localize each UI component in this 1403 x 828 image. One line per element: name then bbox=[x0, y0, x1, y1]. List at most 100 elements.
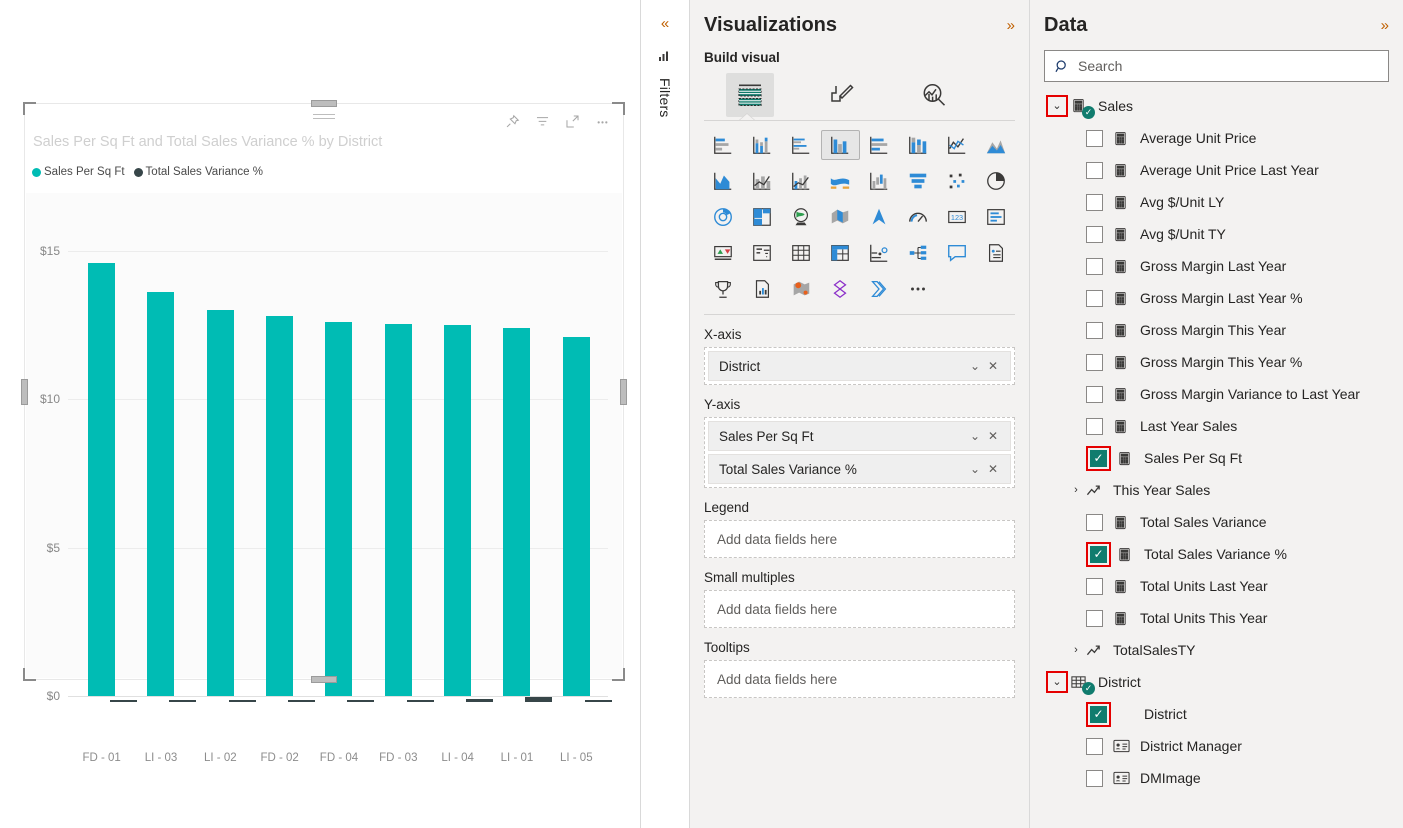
field-chip[interactable]: Sales Per Sq Ft ⌄ ✕ bbox=[708, 421, 1011, 451]
scatter-chart-icon[interactable] bbox=[937, 166, 976, 196]
donut-chart-icon[interactable] bbox=[704, 202, 743, 232]
gauge-icon[interactable] bbox=[898, 202, 937, 232]
powerapps-icon[interactable] bbox=[821, 274, 860, 304]
power-automate-icon[interactable] bbox=[860, 274, 899, 304]
remove-field-icon[interactable]: ✕ bbox=[984, 462, 1002, 476]
field-node-gross-margin-this-year[interactable]: Gross Margin This Year bbox=[1044, 314, 1389, 346]
x-axis-tick-0[interactable]: FD - 01 bbox=[72, 752, 131, 764]
more-options-icon[interactable] bbox=[594, 113, 611, 130]
filters-expand-icon[interactable]: « bbox=[661, 16, 669, 31]
field-node-district[interactable]: ✓ District bbox=[1044, 698, 1389, 730]
tab-analytics[interactable] bbox=[888, 71, 980, 119]
x-axis-tick-8[interactable]: LI - 05 bbox=[547, 752, 606, 764]
legend-item-1[interactable]: Total Sales Variance % bbox=[133, 166, 263, 178]
chevron-down-icon[interactable]: ⌄ bbox=[966, 429, 984, 443]
selected-visual-container[interactable]: Sales Per Sq Ft and Total Sales Variance… bbox=[21, 100, 627, 764]
kpi-icon[interactable] bbox=[704, 238, 743, 268]
field-checkbox[interactable] bbox=[1086, 609, 1103, 627]
clustered-column-chart-icon[interactable] bbox=[820, 130, 860, 160]
bar-sales-per-sq-ft[interactable] bbox=[562, 336, 590, 696]
field-chip[interactable]: District ⌄ ✕ bbox=[708, 351, 1011, 381]
field-node-dmimage[interactable]: DMImage bbox=[1044, 762, 1389, 794]
visual-drag-grip[interactable] bbox=[313, 114, 335, 122]
chevron-right-icon[interactable]: › bbox=[1066, 484, 1086, 496]
field-checkbox[interactable] bbox=[1086, 129, 1103, 147]
x-axis-tick-6[interactable]: LI - 04 bbox=[428, 752, 487, 764]
data-expand-icon[interactable]: » bbox=[1381, 17, 1389, 34]
bar-sales-per-sq-ft[interactable] bbox=[206, 310, 234, 696]
100-percent-stacked-bar-chart-icon[interactable] bbox=[860, 130, 899, 160]
x-axis-tick-3[interactable]: FD - 02 bbox=[250, 752, 309, 764]
bar-total-sales-variance-pct[interactable] bbox=[406, 700, 434, 702]
bar-total-sales-variance-pct[interactable] bbox=[525, 697, 553, 702]
field-checkbox[interactable] bbox=[1086, 257, 1103, 275]
folder-node-this-year-sales[interactable]: › This Year Sales bbox=[1044, 474, 1389, 506]
filter-icon[interactable] bbox=[534, 113, 551, 130]
resize-handle-bottom[interactable] bbox=[311, 676, 337, 683]
card-icon[interactable]: 123 bbox=[937, 202, 976, 232]
bar-sales-per-sq-ft[interactable] bbox=[88, 262, 116, 696]
bar-sales-per-sq-ft[interactable] bbox=[325, 322, 353, 696]
table-node-district[interactable]: ⌄ ✓ District bbox=[1044, 666, 1389, 698]
pin-icon[interactable] bbox=[504, 113, 521, 130]
filled-map-icon[interactable] bbox=[821, 202, 860, 232]
field-node-average-unit-price-last-year[interactable]: Average Unit Price Last Year bbox=[1044, 154, 1389, 186]
decomposition-tree-icon[interactable] bbox=[898, 238, 937, 268]
bar-sales-per-sq-ft[interactable] bbox=[266, 316, 294, 696]
folder-node-totalsalesty[interactable]: › TotalSalesTY bbox=[1044, 634, 1389, 666]
bar-total-sales-variance-pct[interactable] bbox=[466, 699, 494, 702]
waterfall-chart-icon[interactable] bbox=[860, 166, 899, 196]
field-checkbox[interactable]: ✓ bbox=[1090, 545, 1107, 563]
bar-total-sales-variance-pct[interactable] bbox=[169, 700, 197, 702]
stacked-bar-chart-icon[interactable] bbox=[704, 130, 743, 160]
filters-pane-collapsed[interactable]: « Filters bbox=[641, 0, 690, 828]
field-node-gross-margin-variance-to-last-year[interactable]: Gross Margin Variance to Last Year bbox=[1044, 378, 1389, 410]
well-small-multiples[interactable]: Add data fields here bbox=[704, 590, 1015, 628]
field-checkbox[interactable] bbox=[1086, 769, 1103, 787]
field-checkbox[interactable] bbox=[1086, 193, 1103, 211]
map-icon[interactable] bbox=[782, 202, 821, 232]
search-input[interactable]: Search bbox=[1044, 50, 1389, 82]
x-axis-tick-5[interactable]: FD - 03 bbox=[369, 752, 428, 764]
field-node-sales-per-sq-ft[interactable]: ✓ Sales Per Sq Ft bbox=[1044, 442, 1389, 474]
resize-handle-right[interactable] bbox=[620, 378, 627, 405]
well-x-axis[interactable]: District ⌄ ✕ bbox=[704, 347, 1015, 385]
resize-handle-top[interactable] bbox=[311, 100, 337, 107]
bar-total-sales-variance-pct[interactable] bbox=[228, 700, 256, 702]
expand-chevron-highlight[interactable]: ⌄ bbox=[1046, 671, 1068, 693]
x-axis-tick-4[interactable]: FD - 04 bbox=[309, 752, 368, 764]
field-chip[interactable]: Total Sales Variance % ⌄ ✕ bbox=[708, 454, 1011, 484]
line-chart-icon[interactable] bbox=[937, 130, 976, 160]
field-checkbox[interactable] bbox=[1086, 353, 1103, 371]
bar-group[interactable] bbox=[487, 233, 553, 702]
expand-chevron-highlight[interactable]: ⌄ bbox=[1046, 95, 1068, 117]
line-and-stacked-column-chart-icon[interactable] bbox=[743, 166, 782, 196]
field-checkbox-highlight[interactable]: ✓ bbox=[1086, 541, 1111, 567]
field-node-gross-margin-last-year-[interactable]: Gross Margin Last Year % bbox=[1044, 282, 1389, 314]
bar-group[interactable] bbox=[547, 233, 612, 702]
bar-group[interactable] bbox=[131, 233, 197, 702]
python-visual-icon[interactable] bbox=[743, 274, 782, 304]
stacked-column-chart-icon[interactable] bbox=[743, 130, 782, 160]
focus-mode-icon[interactable] bbox=[564, 113, 581, 130]
field-node-district-manager[interactable]: District Manager bbox=[1044, 730, 1389, 762]
chevron-down-icon[interactable]: ⌄ bbox=[1047, 100, 1067, 112]
bar-sales-per-sq-ft[interactable] bbox=[384, 323, 412, 696]
bar-group[interactable] bbox=[250, 233, 316, 702]
field-checkbox[interactable] bbox=[1086, 289, 1103, 307]
bar-group[interactable] bbox=[191, 233, 256, 702]
arcgis-map-icon[interactable] bbox=[782, 274, 821, 304]
tab-format-visual[interactable] bbox=[796, 71, 888, 119]
x-axis-tick-7[interactable]: LI - 01 bbox=[487, 752, 546, 764]
field-node-total-units-this-year[interactable]: Total Units This Year bbox=[1044, 602, 1389, 634]
bar-group[interactable] bbox=[428, 233, 494, 702]
field-checkbox-highlight[interactable]: ✓ bbox=[1086, 445, 1111, 471]
field-checkbox[interactable]: ✓ bbox=[1090, 705, 1107, 723]
bar-total-sales-variance-pct[interactable] bbox=[347, 700, 375, 702]
clustered-bar-chart-icon[interactable] bbox=[782, 130, 821, 160]
visual-card[interactable]: Sales Per Sq Ft and Total Sales Variance… bbox=[24, 103, 624, 764]
bar-total-sales-variance-pct[interactable] bbox=[110, 700, 138, 702]
more-visuals-icon[interactable] bbox=[898, 274, 937, 304]
field-node-avg-unit-ty[interactable]: Avg $/Unit TY bbox=[1044, 218, 1389, 250]
chevron-down-icon[interactable]: ⌄ bbox=[1047, 676, 1067, 688]
